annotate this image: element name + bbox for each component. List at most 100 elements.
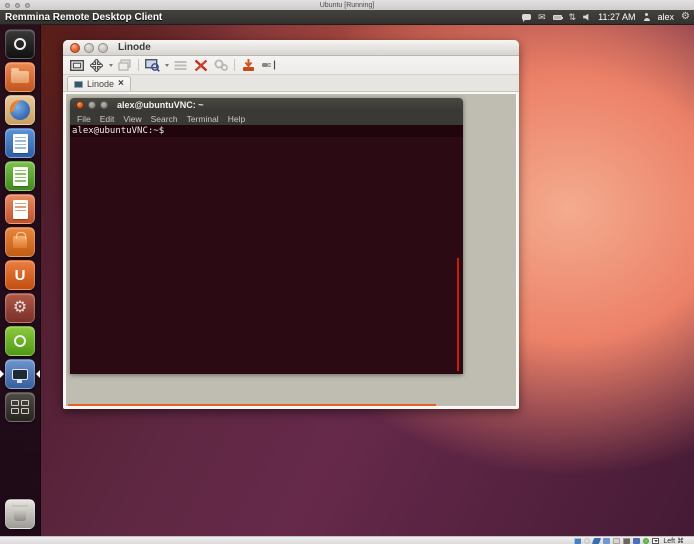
screen: Ubuntu [Running] Remmina Remote Desktop … (0, 0, 694, 544)
menu-file[interactable]: File (77, 114, 91, 124)
trash-icon (14, 508, 26, 521)
gear-icon: ⚙ (13, 300, 27, 316)
volume-icon[interactable] (583, 14, 591, 21)
terminal-title: alex@ubuntuVNC: ~ (117, 100, 204, 110)
chevron-down-icon[interactable] (165, 64, 169, 67)
vbox-statusbar: Left ⌘ (0, 536, 694, 544)
menu-terminal[interactable]: Terminal (187, 114, 219, 124)
tab-label: Linode (87, 79, 114, 89)
terminal-close-button[interactable] (76, 101, 84, 109)
launcher-item-calc[interactable] (5, 161, 35, 191)
vnc-viewport[interactable]: alex@ubuntuVNC: ~ File Edit View Search … (65, 93, 517, 407)
switch-tab-icon[interactable] (116, 58, 133, 73)
window-title: Linode (118, 42, 151, 53)
terminal-maximize-button[interactable] (100, 101, 108, 109)
shell-prompt: alex@ubuntuVNC:~$ (72, 126, 164, 136)
launcher-item-ubuntu-one[interactable]: U (5, 260, 35, 290)
tab-close-icon[interactable]: × (118, 79, 124, 89)
calc-spreadsheet-icon (13, 167, 28, 186)
session-gear-icon[interactable]: ⚙ (681, 12, 690, 22)
scaled-mode-icon[interactable] (144, 58, 161, 73)
focused-app-arrow-icon (36, 370, 40, 378)
launcher-item-writer[interactable] (5, 128, 35, 158)
remote-screen-icon (74, 81, 83, 88)
battery-icon[interactable] (553, 15, 562, 20)
grab-keyboard-icon[interactable] (172, 58, 189, 73)
harddisk-icon[interactable] (574, 538, 581, 544)
firefox-icon (10, 100, 30, 120)
menu-help[interactable]: Help (228, 114, 245, 124)
hostkey-label: Left ⌘ (663, 537, 684, 544)
vbox-window-title: Ubuntu [Running] (0, 2, 694, 9)
network-icon[interactable]: ⇅ (569, 13, 577, 22)
folder-icon (11, 71, 29, 83)
clock[interactable]: 11:27 AM (598, 12, 635, 22)
terminal-titlebar[interactable]: alex@ubuntuVNC: ~ (70, 98, 463, 112)
terminal-window: alex@ubuntuVNC: ~ File Edit View Search … (70, 98, 463, 374)
launcher-item-firefox[interactable] (5, 95, 35, 125)
remmina-tabbar: Linode × (63, 75, 519, 92)
usb-icon[interactable] (603, 538, 610, 544)
launcher-item-software-center[interactable] (5, 227, 35, 257)
tab-linode[interactable]: Linode × (67, 76, 131, 91)
launcher-item-software-updater[interactable] (5, 326, 35, 356)
keystrokes-icon[interactable] (212, 58, 229, 73)
network-adapter-icon[interactable] (592, 538, 601, 544)
menu-view[interactable]: View (123, 114, 141, 124)
launcher-item-trash[interactable] (5, 499, 35, 529)
cd-icon[interactable] (584, 538, 590, 544)
shared-folders-icon[interactable] (613, 538, 620, 544)
display-icon[interactable] (623, 538, 630, 544)
video-capture-icon[interactable] (633, 538, 640, 544)
ubuntu-one-icon: U (15, 268, 26, 283)
vnc-artifact-red-line (457, 258, 459, 371)
terminal-minimize-button[interactable] (88, 101, 96, 109)
remmina-titlebar[interactable]: Linode (63, 40, 519, 56)
terminal-menubar: File Edit View Search Terminal Help (70, 112, 463, 125)
plug-icon[interactable] (260, 58, 277, 73)
panel-app-title: Remmina Remote Desktop Client (5, 12, 162, 23)
remmina-window: Linode (63, 40, 519, 409)
toolbar-separator (234, 59, 235, 71)
top-panel: Remmina Remote Desktop Client ✉ ⇅ 11:27 … (0, 10, 694, 25)
fullscreen-icon[interactable] (68, 58, 85, 73)
workspace-grid-icon (11, 400, 29, 414)
indicator-area: ✉ ⇅ 11:27 AM alex ⚙ (522, 12, 690, 22)
vnc-artifact-orange-line (68, 404, 436, 406)
menu-edit[interactable]: Edit (100, 114, 115, 124)
features-icon[interactable] (643, 538, 649, 544)
launcher-item-dash[interactable] (5, 29, 35, 59)
shopping-bag-icon (13, 236, 27, 248)
remmina-toolbar (63, 56, 519, 75)
hostkey-icon (652, 538, 659, 544)
close-button[interactable] (70, 43, 80, 53)
toolbar-separator (138, 59, 139, 71)
impress-presentation-icon (13, 200, 28, 219)
unity-launcher: U ⚙ (0, 25, 41, 536)
terminal-body[interactable]: alex@ubuntuVNC:~$ (70, 125, 463, 374)
minimize-button[interactable] (84, 43, 94, 53)
prompt-row: alex@ubuntuVNC:~$ (70, 125, 463, 137)
tools-icon[interactable] (192, 58, 209, 73)
disconnect-icon[interactable] (240, 58, 257, 73)
ubuntu-logo-icon (14, 38, 26, 50)
launcher-item-workspace-switcher[interactable] (5, 392, 35, 422)
chevron-down-icon[interactable] (109, 64, 113, 67)
ubuntu-logo-icon (14, 335, 26, 347)
mail-icon[interactable]: ✉ (538, 13, 546, 22)
running-app-arrow-icon (0, 370, 4, 378)
launcher-item-home-folder[interactable] (5, 62, 35, 92)
launcher-item-system-settings[interactable]: ⚙ (5, 293, 35, 323)
fit-window-icon[interactable] (88, 58, 105, 73)
message-icon[interactable] (522, 14, 531, 20)
username-label[interactable]: alex (658, 12, 675, 22)
menu-search[interactable]: Search (151, 114, 178, 124)
maximize-button[interactable] (98, 43, 108, 53)
remmina-icon (12, 369, 28, 380)
vbox-titlebar: Ubuntu [Running] (0, 0, 694, 10)
user-icon[interactable] (643, 13, 651, 21)
launcher-item-remmina[interactable] (5, 359, 35, 389)
writer-document-icon (13, 134, 28, 153)
desktop-wallpaper: Linode (0, 25, 694, 536)
launcher-item-impress[interactable] (5, 194, 35, 224)
